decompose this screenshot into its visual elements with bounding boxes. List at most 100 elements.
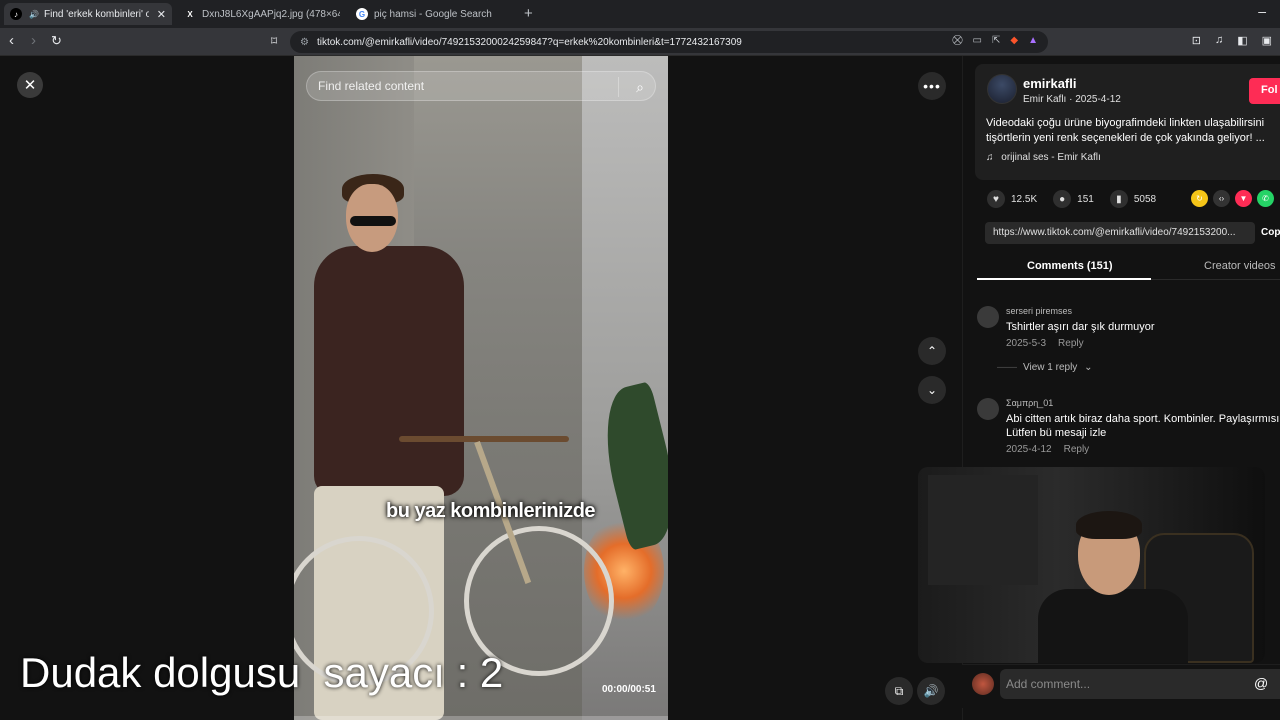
tab-label: piç hamsi - Google Search — [374, 8, 492, 20]
tiktok-page: ✕ ⌕ bu yaz kombinlerinizde 00:00/00:51 — [0, 56, 1280, 720]
speaker-icon: 🔊 — [29, 9, 39, 19]
view-replies-label: View 1 reply — [1023, 362, 1078, 373]
new-tab-button[interactable]: + — [524, 5, 533, 22]
tiktok-icon: ♪ — [10, 8, 22, 20]
reload-icon[interactable]: ↻ — [51, 33, 62, 49]
volume-button[interactable]: 🔊 — [917, 677, 945, 705]
screen: ♪ 🔊 Find 'erkek kombinleri' on Tik ✕ X D… — [0, 0, 1280, 720]
x-icon: X — [187, 9, 193, 19]
tab-creator-videos[interactable]: Creator videos — [1204, 260, 1276, 272]
current-user-avatar — [972, 673, 994, 695]
comment-meta: 2025-4-12 Reply — [1006, 444, 1089, 455]
send-icon[interactable]: ▼ — [1235, 190, 1252, 207]
comment-stat[interactable]: ● 151 — [1053, 190, 1094, 208]
video-link-field[interactable]: https://www.tiktok.com/@emirkafli/video/… — [985, 222, 1255, 244]
comment-date: 2025-4-12 — [1006, 444, 1052, 455]
comment-username[interactable]: Σαμπρη_01 — [1006, 398, 1053, 408]
add-comment-input[interactable] — [1000, 669, 1280, 699]
comment-avatar[interactable] — [977, 306, 999, 328]
like-count: 12.5K — [1011, 193, 1038, 205]
toolbar-right: ⊡ ♫ ◧ ▣ — [1192, 34, 1272, 47]
like-stat[interactable]: ♥ 12.5K — [987, 190, 1037, 208]
repost-icon[interactable]: ↻ — [1191, 190, 1208, 207]
bookmark-icon: ▮ — [1109, 190, 1128, 208]
reply-button[interactable]: Reply — [1058, 338, 1084, 349]
background-monitor — [928, 475, 1038, 585]
save-stat[interactable]: ▮ 5058 — [1109, 190, 1157, 208]
close-tab-icon[interactable]: ✕ — [157, 8, 166, 21]
tab-comments[interactable]: Comments (151) — [1027, 260, 1113, 272]
comment-text: Abi citten artık biraz daha sport. Kombi… — [1006, 412, 1280, 440]
related-search-input[interactable] — [318, 79, 608, 93]
reply-button[interactable]: Reply — [1064, 444, 1090, 455]
video-player[interactable]: ⌕ bu yaz kombinlerinizde 00:00/00:51 — [294, 56, 668, 720]
webcam-overlay — [918, 467, 1265, 663]
forward-icon[interactable]: › — [31, 32, 36, 49]
description-line: Videodaki çoğu ürüne biyografimdeki link… — [986, 117, 1265, 129]
brave-rewards-icon[interactable]: ▲ — [1028, 35, 1038, 46]
url-text: tiktok.com/@emirkafli/video/749215320002… — [316, 36, 742, 48]
tab-label: DxnJ8L6XgAAPjq2.jpg (478×641) — [202, 8, 340, 20]
comment-avatar[interactable] — [977, 398, 999, 420]
previous-video-button[interactable]: ⌃ — [918, 337, 946, 365]
translate-icon[interactable]: ⛒ — [952, 35, 962, 46]
chevron-down-icon: ⌄ — [1084, 362, 1093, 373]
bicycle-handlebar — [399, 436, 569, 442]
progress-bar[interactable] — [294, 716, 668, 720]
active-tab-indicator — [977, 278, 1151, 280]
more-options-button[interactable]: ••• — [918, 72, 946, 100]
close-video-button[interactable]: ✕ — [17, 72, 43, 98]
username[interactable]: emirkafli — [1023, 76, 1076, 91]
site-info-icon[interactable]: ⚙ — [300, 37, 309, 48]
comment-username[interactable]: serseri piremses — [1006, 306, 1072, 316]
related-search[interactable]: ⌕ — [306, 71, 656, 101]
comment-line: Abi citten artık biraz daha sport. Kombi… — [1006, 413, 1280, 425]
comment-meta: 2025-5-3 Reply — [1006, 338, 1084, 349]
chevron-up-icon: ⌃ — [926, 344, 938, 358]
back-icon[interactable]: ‹ — [9, 32, 14, 49]
wallet-icon[interactable]: ▣ — [1262, 34, 1272, 47]
music-info[interactable]: ♫ orijinal ses - Emir Kaflı — [986, 152, 1101, 163]
avatar[interactable] — [987, 74, 1017, 104]
engagement-stats: ♥ 12.5K ● 151 ▮ 5058 — [987, 190, 1172, 208]
tab-google[interactable]: G piç hamsi - Google Search — [350, 3, 518, 25]
cast-icon[interactable]: ▭ — [973, 35, 982, 46]
music-note-icon: ♫ — [986, 152, 994, 163]
chevron-down-icon: ⌄ — [926, 383, 938, 397]
bookmark-icon[interactable]: ⌑ — [271, 34, 277, 48]
view-replies-button[interactable]: —— View 1 reply ⌄ — [997, 362, 1092, 373]
next-video-button[interactable]: ⌄ — [918, 376, 946, 404]
sidebar-icon[interactable]: ◧ — [1237, 34, 1247, 47]
description-line: tişörtlerin yeni renk seçenekleri de çok… — [986, 132, 1265, 144]
comment-text: Tshirtler aşırı dar şık durmuyor — [1006, 321, 1155, 333]
tab-image[interactable]: X DxnJ8L6XgAAPjq2.jpg (478×641) — [178, 3, 346, 25]
comment-date: 2025-5-3 — [1006, 338, 1047, 349]
minimize-button[interactable]: – — [1258, 3, 1266, 19]
copy-link-button[interactable]: Cop — [1261, 227, 1280, 238]
comment-icon: ● — [1053, 190, 1072, 208]
panel-tabs: Comments (151) Creator videos — [977, 252, 1280, 280]
mention-button[interactable]: @ — [1254, 675, 1268, 691]
search-icon[interactable]: ⌕ — [636, 79, 644, 96]
comment-count: 151 — [1077, 193, 1094, 205]
brave-shields-icon[interactable]: ◆ — [1010, 35, 1018, 46]
video-caption: bu yaz kombinlerinizde — [386, 500, 596, 522]
video-description: Videodaki çoğu ürüne biyografimdeki link… — [986, 116, 1280, 146]
streamer-shirt — [1038, 589, 1188, 663]
tab-tiktok[interactable]: ♪ 🔊 Find 'erkek kombinleri' on Tik ✕ — [4, 3, 172, 25]
share-icon[interactable]: ⇱ — [992, 35, 1000, 46]
media-icon[interactable]: ♫ — [1215, 34, 1223, 47]
pip-button[interactable]: ⧉ — [885, 677, 913, 705]
follow-button[interactable]: Fol — [1249, 78, 1280, 104]
heart-icon: ♥ — [987, 190, 1005, 208]
music-label: orijinal ses - Emir Kaflı — [1001, 152, 1101, 163]
save-count: 5058 — [1133, 193, 1157, 205]
address-bar[interactable]: ⚙ tiktok.com/@emirkafli/video/7492153200… — [290, 31, 1048, 53]
google-icon: G — [356, 8, 368, 20]
screenshot-icon[interactable]: ⊡ — [1192, 34, 1201, 47]
embed-icon[interactable]: ‹› — [1213, 190, 1230, 207]
add-comment-bar: @ — [962, 664, 1280, 708]
video-info-card: emirkafli Emir Kaflı · 2025-4-12 Fol Vid… — [975, 64, 1280, 180]
volume-icon: 🔊 — [923, 684, 939, 698]
whatsapp-icon[interactable]: ✆ — [1257, 190, 1274, 207]
